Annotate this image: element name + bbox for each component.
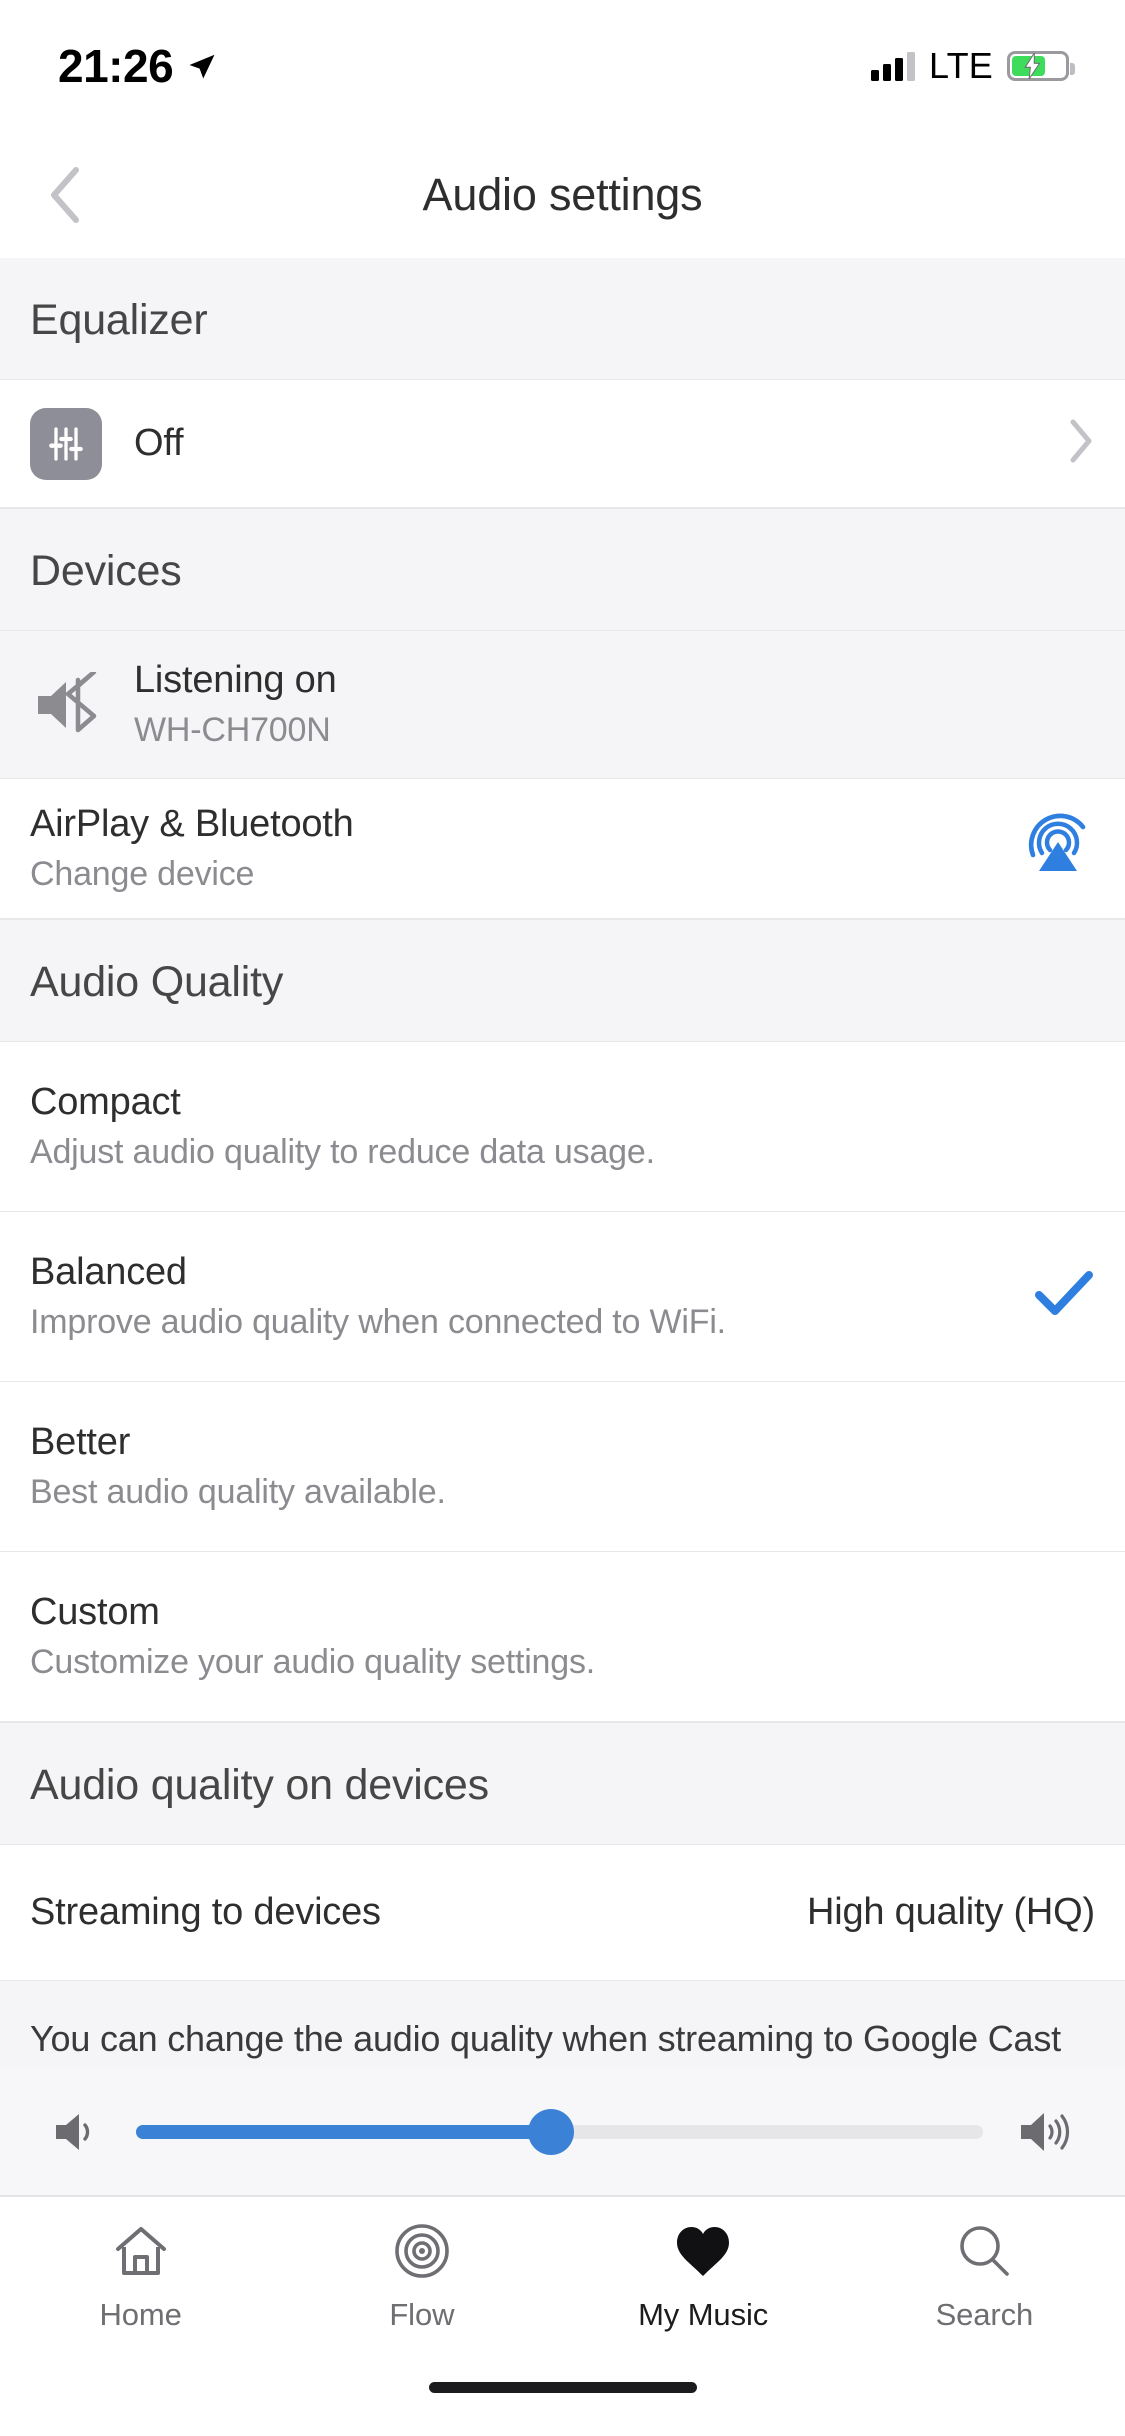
- listening-on-text: Listening on WH-CH700N: [134, 657, 1095, 753]
- nav-header: Audio settings: [0, 132, 1125, 258]
- cast-note: You can change the audio quality when st…: [0, 1981, 1125, 2068]
- home-indicator[interactable]: [428, 2382, 697, 2393]
- status-bar: 21:26 LTE: [0, 0, 1125, 132]
- quality-option-subtitle: Best audio quality available.: [30, 1473, 446, 1512]
- quality-option-title: Balanced: [30, 1250, 187, 1293]
- airplay-subtitle: Change device: [30, 855, 255, 894]
- back-button[interactable]: [26, 157, 102, 233]
- chevron-left-icon: [51, 167, 79, 223]
- tab-label: My Music: [638, 2297, 769, 2332]
- equalizer-value-wrap: Off: [134, 420, 1049, 468]
- tab-home[interactable]: Home: [0, 2219, 281, 2333]
- location-arrow-icon: [189, 54, 215, 79]
- listening-on-device: WH-CH700N: [134, 711, 331, 750]
- volume-slider-thumb[interactable]: [528, 2108, 575, 2155]
- chevron-right-icon: [1069, 418, 1095, 469]
- heart-icon: [674, 2219, 732, 2283]
- tab-label: Flow: [389, 2297, 455, 2332]
- airplay-bluetooth-row[interactable]: AirPlay & Bluetooth Change device: [0, 779, 1125, 919]
- quality-option-text: Compact Adjust audio quality to reduce d…: [30, 1079, 1095, 1175]
- carrier-type-label: LTE: [929, 45, 993, 86]
- search-icon: [956, 2219, 1012, 2283]
- equalizer-value: Off: [134, 421, 184, 464]
- streaming-to-devices-row[interactable]: Streaming to devices High quality (HQ): [0, 1845, 1125, 1981]
- volume-slider[interactable]: [136, 2108, 983, 2155]
- quality-option-text: Balanced Improve audio quality when conn…: [30, 1249, 1013, 1345]
- volume-bar: [0, 2068, 1125, 2196]
- quality-option-title: Better: [30, 1420, 131, 1463]
- section-title: Audio Quality: [30, 958, 284, 1006]
- tab-my-music[interactable]: My Music: [563, 2219, 844, 2333]
- quality-option-subtitle: Improve audio quality when connected to …: [30, 1303, 726, 1342]
- quality-option-subtitle: Customize your audio quality settings.: [30, 1643, 596, 1682]
- streaming-label: Streaming to devices: [30, 1890, 381, 1933]
- quality-option-title: Custom: [30, 1590, 160, 1633]
- volume-track-fill: [136, 2124, 552, 2139]
- section-header-audio-quality: Audio Quality: [0, 919, 1125, 1042]
- section-header-devices: Devices: [0, 508, 1125, 631]
- cast-note-text: You can change the audio quality when st…: [30, 2018, 1061, 2068]
- tab-bar: Home Flow My Music Search: [0, 2196, 1125, 2366]
- listening-on-row: Listening on WH-CH700N: [0, 631, 1125, 779]
- streaming-value: High quality (HQ): [806, 1891, 1095, 1933]
- tab-search[interactable]: Search: [844, 2219, 1125, 2333]
- status-bar-left: 21:26: [58, 43, 217, 89]
- equalizer-sliders-icon: [30, 407, 102, 480]
- section-title: Audio quality on devices: [30, 1761, 489, 1809]
- tab-label: Search: [935, 2297, 1034, 2332]
- quality-option-text: Custom Customize your audio quality sett…: [30, 1589, 1095, 1685]
- volume-high-icon[interactable]: [1017, 2109, 1073, 2155]
- quality-option-title: Compact: [30, 1080, 181, 1123]
- home-indicator-area: [0, 2366, 1125, 2436]
- tab-flow[interactable]: Flow: [281, 2219, 562, 2333]
- airplay-title: AirPlay & Bluetooth: [30, 802, 354, 845]
- section-header-audio-quality-on-devices: Audio quality on devices: [0, 1722, 1125, 1845]
- flow-target-icon: [393, 2219, 451, 2283]
- quality-option-text: Better Best audio quality available.: [30, 1419, 1095, 1515]
- equalizer-row[interactable]: Off: [0, 380, 1125, 508]
- charging-bolt-icon: [1024, 53, 1041, 79]
- cellular-signal-icon: [871, 51, 916, 81]
- section-header-equalizer: Equalizer: [0, 258, 1125, 380]
- app-screen: 21:26 LTE Audio settings Equalizer Off D…: [0, 0, 1125, 2436]
- quality-option-subtitle: Adjust audio quality to reduce data usag…: [30, 1133, 655, 1172]
- section-title: Devices: [30, 547, 182, 595]
- speaker-bluetooth-icon: [30, 670, 112, 740]
- quality-option-better[interactable]: Better Best audio quality available.: [0, 1382, 1125, 1552]
- tab-label: Home: [99, 2297, 182, 2332]
- streaming-label-wrap: Streaming to devices: [30, 1889, 807, 1937]
- status-bar-right: LTE: [871, 45, 1075, 87]
- section-title: Equalizer: [30, 296, 208, 344]
- quality-option-balanced[interactable]: Balanced Improve audio quality when conn…: [0, 1212, 1125, 1382]
- status-time: 21:26: [58, 40, 174, 92]
- quality-option-custom[interactable]: Custom Customize your audio quality sett…: [0, 1552, 1125, 1722]
- listening-on-title: Listening on: [134, 658, 337, 701]
- airplay-cast-icon[interactable]: [1021, 809, 1095, 888]
- airplay-text: AirPlay & Bluetooth Change device: [30, 801, 1001, 897]
- settings-content: Equalizer Off Devices Listening on WH-CH…: [0, 258, 1125, 2068]
- checkmark-icon: [1033, 1268, 1095, 1325]
- page-title: Audio settings: [422, 169, 703, 220]
- battery-charging-icon: [1007, 51, 1075, 81]
- home-icon: [113, 2219, 169, 2283]
- volume-low-icon[interactable]: [52, 2110, 102, 2154]
- quality-option-compact[interactable]: Compact Adjust audio quality to reduce d…: [0, 1042, 1125, 1212]
